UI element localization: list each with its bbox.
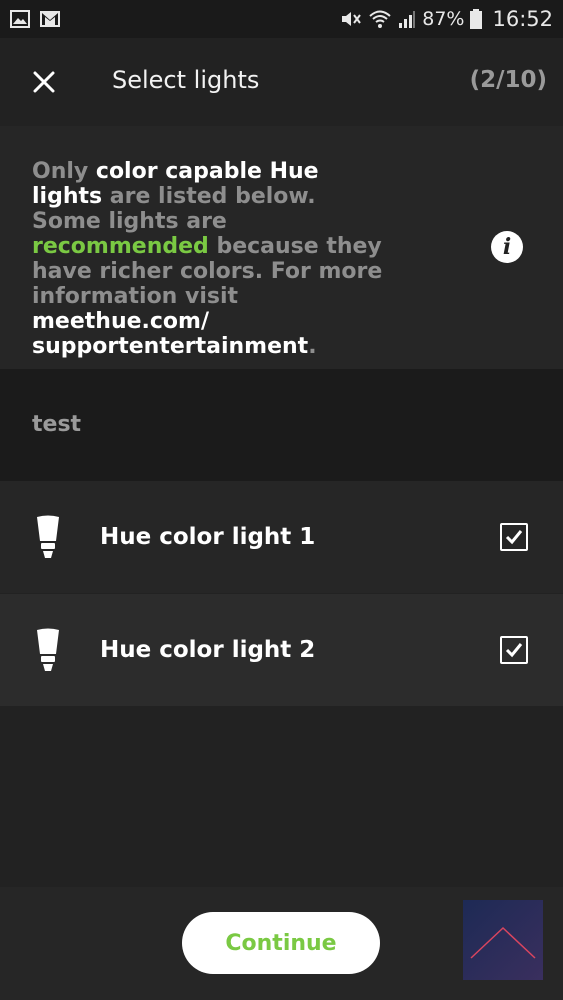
battery-percent: 87%: [422, 8, 465, 30]
mute-icon: [342, 12, 362, 26]
info-text-part: .: [308, 334, 317, 359]
info-text: Only color capable Hue lights are listed…: [32, 159, 392, 359]
checkmark-icon: [505, 643, 523, 658]
step-counter: (2/10): [469, 67, 547, 93]
hue-bulb-icon: [37, 515, 59, 558]
footer: Continue: [0, 887, 563, 1000]
info-text-part: Only: [32, 159, 96, 184]
light-label: Hue color light 1: [100, 524, 316, 550]
info-link[interactable]: meethue.com/ supportentertainment: [32, 309, 308, 359]
group-label: test: [32, 412, 82, 437]
group-header: test: [0, 369, 563, 481]
page-title: Select lights: [112, 66, 260, 94]
checkmark-icon: [505, 530, 523, 545]
signal-icon: [399, 11, 416, 28]
app-header: Select lights (2/10): [0, 38, 563, 126]
hue-bulb-icon: [37, 628, 59, 671]
battery-icon: [470, 9, 483, 29]
light-checkbox[interactable]: [500, 523, 528, 551]
close-icon: [33, 71, 55, 93]
wifi-icon: [369, 10, 391, 28]
light-row[interactable]: Hue color light 1: [0, 481, 563, 593]
light-checkbox[interactable]: [500, 636, 528, 664]
light-label: Hue color light 2: [100, 637, 316, 663]
clock: 16:52: [492, 7, 553, 31]
image-icon: [10, 10, 30, 28]
info-panel: Only color capable Hue lights are listed…: [0, 126, 563, 369]
status-bar: 87% 16:52: [0, 0, 563, 38]
chevron-up-icon: [463, 900, 543, 980]
gmail-icon: [40, 11, 60, 27]
light-row[interactable]: Hue color light 2: [0, 594, 563, 706]
info-icon[interactable]: i: [491, 231, 523, 263]
overlay-thumbnail[interactable]: [463, 900, 543, 980]
continue-button[interactable]: Continue: [182, 912, 380, 974]
info-text-recommended: recommended: [32, 234, 209, 259]
close-button[interactable]: [26, 64, 62, 100]
